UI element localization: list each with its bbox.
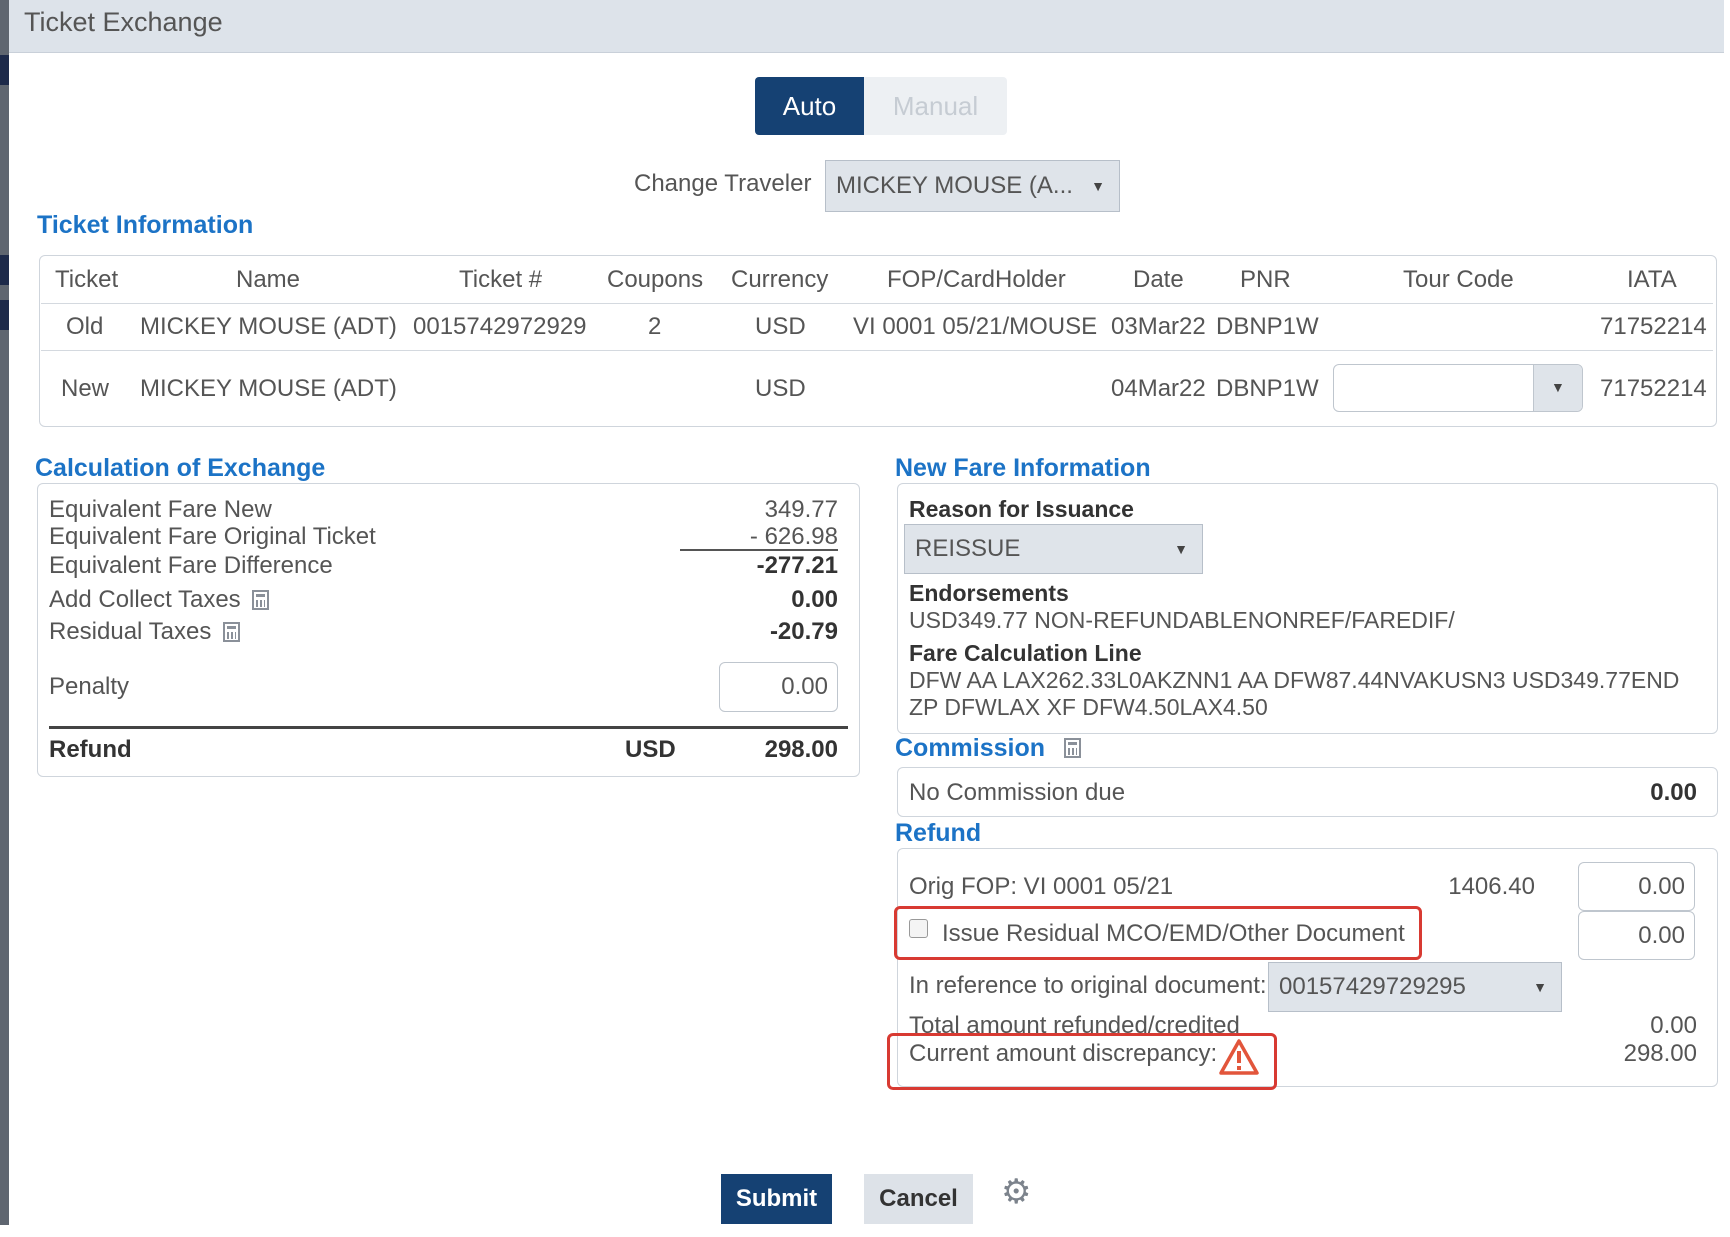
residual-taxes-value: -20.79 bbox=[769, 618, 838, 645]
traveler-select[interactable]: MICKEY MOUSE (A... ▼ bbox=[825, 160, 1120, 212]
cell-fop: VI 0001 05/21/MOUSE bbox=[853, 313, 1098, 340]
submit-button[interactable]: Submit bbox=[721, 1174, 832, 1224]
chevron-down-icon: ▼ bbox=[1533, 979, 1547, 995]
add-collect-taxes-value: 0.00 bbox=[791, 586, 838, 613]
orig-fop-label: Orig FOP: VI 0001 05/21 bbox=[909, 873, 1174, 900]
col-tour-code: Tour Code bbox=[1403, 266, 1514, 293]
cell-date: 03Mar22 bbox=[1111, 313, 1206, 340]
background-edge bbox=[0, 0, 9, 1225]
subtotal-rule bbox=[680, 549, 838, 551]
cell-ticket-number: 0015742972929 bbox=[413, 313, 587, 340]
fare-calculation-label: Fare Calculation Line bbox=[909, 640, 1142, 666]
col-currency: Currency bbox=[731, 266, 829, 293]
calculation-title: Calculation of Exchange bbox=[35, 454, 326, 482]
new-fare-information-title: New Fare Information bbox=[895, 454, 1151, 482]
reference-document-value: 00157429729295 bbox=[1279, 973, 1466, 1000]
fare-original-value: - 626.98 bbox=[749, 523, 838, 550]
fare-calculation-line-1: DFW AA LAX262.33L0AKZNN1 AA DFW87.44NVAK… bbox=[909, 667, 1680, 693]
row-divider bbox=[41, 350, 1713, 351]
refund-label: Refund bbox=[49, 736, 132, 763]
endorsements-value: USD349.77 NON-REFUNDABLENONREF/FAREDIF/ bbox=[909, 607, 1455, 633]
commission-value: 0.00 bbox=[1650, 779, 1697, 806]
total-rule bbox=[49, 726, 848, 729]
col-coupons: Coupons bbox=[607, 266, 704, 293]
change-traveler-label: Change Traveler bbox=[634, 170, 812, 197]
reason-select-value: REISSUE bbox=[915, 535, 1021, 562]
orig-fop-refund-value: 0.00 bbox=[1638, 872, 1685, 900]
cell-ticket: New bbox=[61, 375, 110, 402]
cell-pnr: DBNP1W bbox=[1216, 313, 1319, 340]
cell-date: 04Mar22 bbox=[1111, 375, 1206, 402]
commission-title: Commission bbox=[895, 734, 1046, 762]
col-date: Date bbox=[1133, 266, 1184, 293]
dialog-title: Ticket Exchange bbox=[24, 7, 223, 37]
orig-fop-amount: 1406.40 bbox=[1448, 873, 1535, 900]
col-name: Name bbox=[236, 266, 301, 293]
fare-original-label: Equivalent Fare Original Ticket bbox=[49, 523, 376, 550]
manual-mode-button[interactable]: Manual bbox=[864, 77, 1007, 135]
chevron-down-icon: ▼ bbox=[1551, 379, 1565, 395]
total-refunded-value: 0.00 bbox=[1650, 1012, 1697, 1039]
fare-difference-value: -277.21 bbox=[756, 552, 838, 579]
issue-residual-label: Issue Residual MCO/EMD/Other Document bbox=[942, 920, 1405, 947]
tour-code-dropdown-toggle[interactable]: ▼ bbox=[1533, 365, 1582, 411]
ticket-information-title: Ticket Information bbox=[37, 211, 254, 239]
cell-pnr: DBNP1W bbox=[1216, 375, 1319, 402]
dialog-titlebar: Ticket Exchange bbox=[9, 0, 1724, 53]
chevron-down-icon: ▼ bbox=[1174, 541, 1188, 557]
fare-calculation-line-2: ZP DFWLAX XF DFW4.50LAX4.50 bbox=[909, 694, 1268, 720]
cell-iata: 71752214 bbox=[1600, 375, 1707, 402]
add-collect-taxes-label: Add Collect Taxes bbox=[49, 586, 241, 613]
reason-for-issuance-label: Reason for Issuance bbox=[909, 496, 1134, 522]
calculator-icon[interactable] bbox=[252, 590, 269, 610]
tour-code-select[interactable]: ▼ bbox=[1333, 364, 1583, 412]
reference-document-select[interactable]: 00157429729295 ▼ bbox=[1268, 962, 1562, 1012]
cancel-button[interactable]: Cancel bbox=[864, 1174, 973, 1224]
commission-label: No Commission due bbox=[909, 779, 1126, 806]
col-ticket-number: Ticket # bbox=[459, 266, 543, 293]
col-pnr: PNR bbox=[1240, 266, 1291, 293]
cell-iata: 71752214 bbox=[1600, 313, 1707, 340]
penalty-input-value: 0.00 bbox=[781, 673, 828, 700]
issue-residual-checkbox[interactable] bbox=[909, 919, 928, 938]
cell-currency: USD bbox=[755, 375, 806, 402]
cell-ticket: Old bbox=[66, 313, 104, 340]
cell-name: MICKEY MOUSE (ADT) bbox=[140, 375, 397, 402]
penalty-label: Penalty bbox=[49, 673, 130, 700]
auto-mode-button[interactable]: Auto bbox=[755, 77, 864, 135]
residual-taxes-label: Residual Taxes bbox=[49, 618, 212, 645]
col-fop: FOP/CardHolder bbox=[887, 266, 1066, 293]
refund-total-value: 298.00 bbox=[764, 736, 838, 763]
issue-residual-input[interactable]: 0.00 bbox=[1578, 911, 1695, 960]
col-ticket: Ticket bbox=[55, 266, 119, 293]
penalty-input[interactable]: 0.00 bbox=[719, 662, 838, 712]
reason-select[interactable]: REISSUE ▼ bbox=[904, 524, 1203, 574]
gear-icon[interactable]: ⚙ bbox=[1001, 1172, 1031, 1212]
cell-currency: USD bbox=[755, 313, 806, 340]
fare-new-label: Equivalent Fare New bbox=[49, 496, 272, 523]
chevron-down-icon: ▼ bbox=[1091, 178, 1105, 194]
issue-residual-input-value: 0.00 bbox=[1638, 921, 1685, 949]
traveler-select-value: MICKEY MOUSE (A... bbox=[836, 172, 1073, 199]
calculator-icon[interactable] bbox=[223, 622, 240, 642]
cell-coupons: 2 bbox=[648, 313, 662, 340]
discrepancy-value: 298.00 bbox=[1623, 1040, 1697, 1067]
refund-section-title: Refund bbox=[895, 819, 982, 847]
cell-name: MICKEY MOUSE (ADT) bbox=[140, 313, 397, 340]
endorsements-label: Endorsements bbox=[909, 580, 1069, 606]
reference-document-label: In reference to original document: bbox=[909, 972, 1267, 999]
discrepancy-label: Current amount discrepancy: bbox=[909, 1040, 1218, 1067]
col-iata: IATA bbox=[1627, 266, 1677, 293]
warning-icon bbox=[1219, 1039, 1259, 1075]
fare-difference-label: Equivalent Fare Difference bbox=[49, 552, 333, 579]
orig-fop-refund-input[interactable]: 0.00 bbox=[1578, 862, 1695, 911]
calculator-icon[interactable] bbox=[1064, 738, 1081, 758]
fare-new-value: 349.77 bbox=[764, 496, 838, 523]
